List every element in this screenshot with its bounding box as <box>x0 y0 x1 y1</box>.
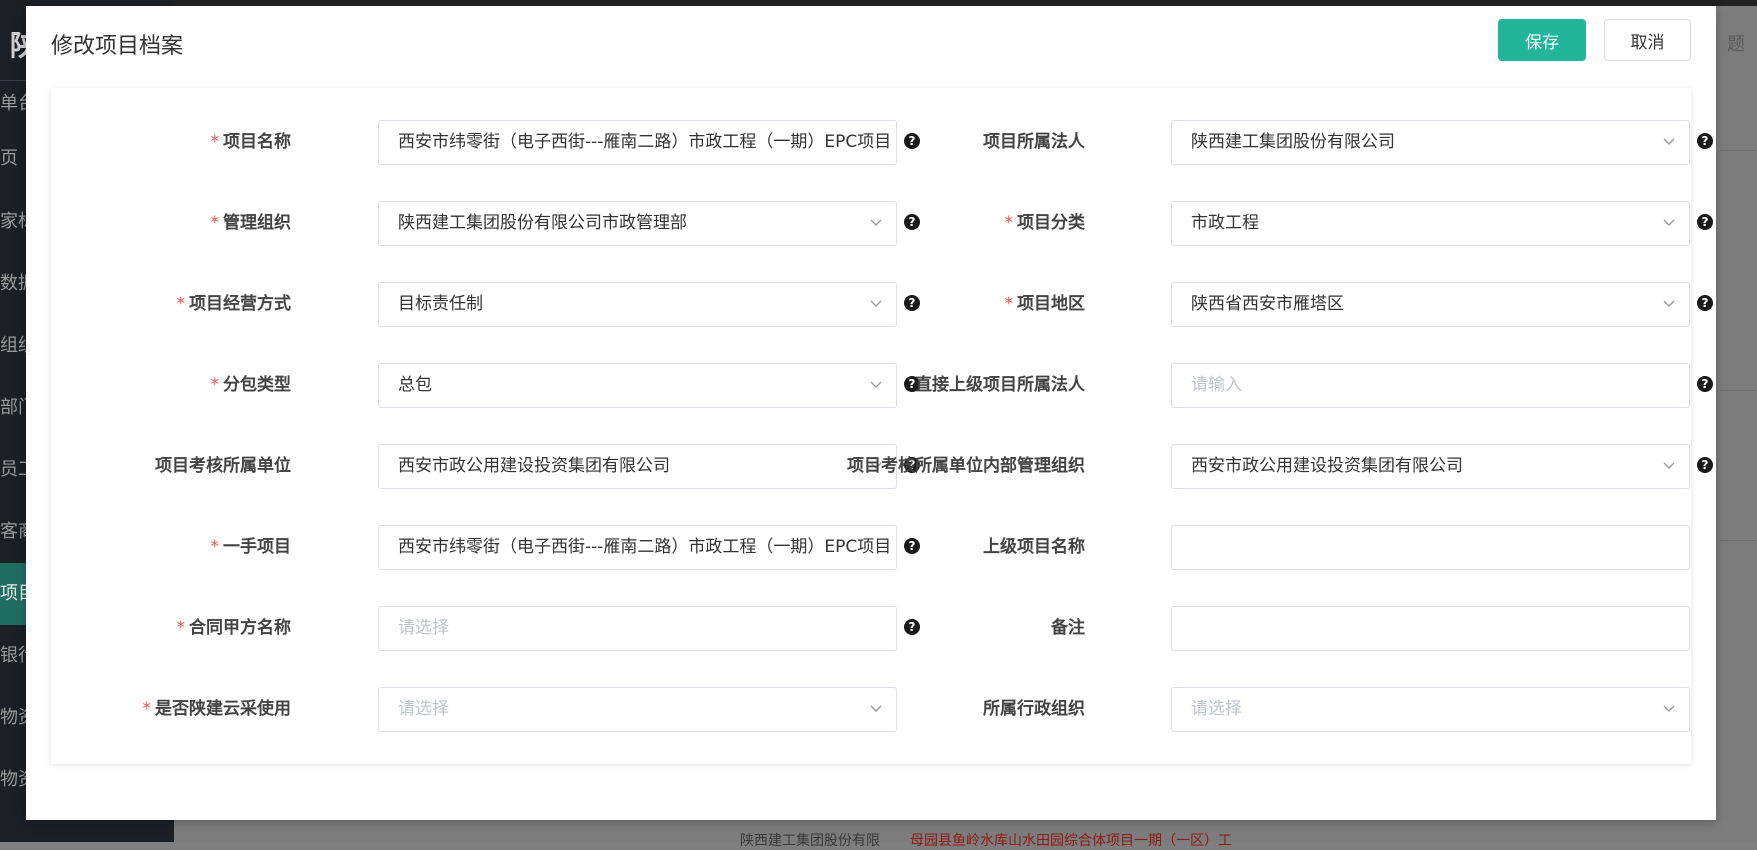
chevron-down-icon <box>870 300 882 307</box>
remarks-input[interactable] <box>1171 606 1690 651</box>
help-icon[interactable]: ? <box>1697 133 1713 149</box>
admin-org-select[interactable]: 请选择 <box>1171 687 1690 732</box>
mgmt-org-label: * 管理组织 <box>210 213 292 233</box>
help-icon[interactable]: ? <box>1697 295 1713 311</box>
legal-entity-select[interactable]: 陕西建工集团股份有限公司 <box>1171 120 1690 165</box>
project-form: * 项目名称 西安市纬零街（电子西街---雁南二路）市政工程（一期）EPC项目 ?… <box>51 88 1713 764</box>
parent-project-name-label: 上级项目名称 <box>983 537 1085 557</box>
table-row: 陕西建工集团股份有限 母园县鱼岭水库山水田园综合体项目一期（一区）工 <box>740 830 1440 850</box>
parent-legal-entity-label: 直接上级项目所属法人 <box>915 375 1085 395</box>
assessment-internal-org-label: 项目考核所属单位内部管理组织 <box>847 456 1085 476</box>
shaanjian-cloud-label: * 是否陕建云采使用 <box>142 699 292 719</box>
edit-project-dialog: 修改项目档案 保存 取消 * 项目名称 西安市纬零街（电子西街---雁南二路）市政… <box>26 6 1716 820</box>
help-icon[interactable]: ? <box>1697 457 1713 473</box>
legal-entity-label: 项目所属法人 <box>983 132 1085 152</box>
chevron-down-icon <box>870 705 882 712</box>
operation-mode-label: * 项目经营方式 <box>176 294 292 314</box>
help-icon[interactable]: ? <box>904 538 920 554</box>
form-row: * 分包类型 总包 ? 直接上级项目所属法人 请输入 ? <box>51 363 1713 408</box>
form-row: * 合同甲方名称 请选择 ? 备注 <box>51 606 1691 651</box>
help-icon[interactable]: ? <box>904 619 920 635</box>
help-icon[interactable]: ? <box>1697 376 1713 392</box>
form-row: * 一手项目 西安市纬零街（电子西街---雁南二路）市政工程（一期）EPC项目 ?… <box>51 525 1691 570</box>
table-divider <box>1720 540 1757 541</box>
chevron-down-icon <box>1663 462 1675 469</box>
form-row: * 项目经营方式 目标责任制 ? * 项目地区 陕西省西安市雁塔区 ? <box>51 282 1713 327</box>
assessment-unit-label: 项目考核所属单位 <box>155 456 291 476</box>
first-hand-project-label: * 一手项目 <box>210 537 292 557</box>
table-divider <box>1720 390 1757 391</box>
subcontract-type-select[interactable]: 总包 <box>378 363 897 408</box>
region-select[interactable]: 陕西省西安市雁塔区 <box>1171 282 1690 327</box>
region-label: * 项目地区 <box>1004 294 1086 314</box>
admin-org-label: 所属行政组织 <box>983 699 1085 719</box>
form-row: 项目考核所属单位 西安市政公用建设投资集团有限公司 ? 项目考核所属单位内部管理… <box>51 444 1713 489</box>
chevron-down-icon <box>870 381 882 388</box>
help-icon[interactable]: ? <box>904 295 920 311</box>
parent-project-name-input[interactable] <box>1171 525 1690 570</box>
project-name-label: * 项目名称 <box>210 132 292 152</box>
form-row: * 项目名称 西安市纬零街（电子西街---雁南二路）市政工程（一期）EPC项目 ?… <box>51 120 1713 165</box>
table-cell-link[interactable]: 母园县鱼岭水库山水田园综合体项目一期（一区）工 <box>910 833 1232 849</box>
dialog-title: 修改项目档案 <box>51 34 184 59</box>
project-name-input[interactable]: 西安市纬零街（电子西街---雁南二路）市政工程（一期）EPC项目 <box>378 120 897 165</box>
help-icon[interactable]: ? <box>1697 214 1713 230</box>
save-button[interactable]: 保存 <box>1498 19 1586 61</box>
chevron-down-icon <box>1663 219 1675 226</box>
form-row: * 管理组织 陕西建工集团股份有限公司市政管理部 ? * 项目分类 市政工程 ? <box>51 201 1713 246</box>
chevron-down-icon <box>870 219 882 226</box>
category-label: * 项目分类 <box>1004 213 1086 233</box>
form-row: * 是否陕建云采使用 请选择 所属行政组织 请选择 <box>51 687 1691 732</box>
assessment-internal-org-select[interactable]: 西安市政公用建设投资集团有限公司 <box>1171 444 1690 489</box>
shaanjian-cloud-select[interactable]: 请选择 <box>378 687 897 732</box>
table-divider <box>1720 150 1757 151</box>
cancel-button[interactable]: 取消 <box>1604 19 1691 61</box>
first-hand-project-input[interactable]: 西安市纬零街（电子西街---雁南二路）市政工程（一期）EPC项目 <box>378 525 897 570</box>
chevron-down-icon <box>1663 705 1675 712</box>
parent-legal-entity-input[interactable]: 请输入 <box>1171 363 1690 408</box>
table-cell: 陕西建工集团股份有限 <box>740 833 880 849</box>
contract-party-a-label: * 合同甲方名称 <box>176 618 292 638</box>
help-icon[interactable]: ? <box>904 133 920 149</box>
assessment-unit-select[interactable]: 西安市政公用建设投资集团有限公司 <box>378 444 897 489</box>
contract-party-a-input[interactable]: 请选择 <box>378 606 897 651</box>
chevron-down-icon <box>1663 138 1675 145</box>
mgmt-org-select[interactable]: 陕西建工集团股份有限公司市政管理部 <box>378 201 897 246</box>
category-select[interactable]: 市政工程 <box>1171 201 1690 246</box>
remarks-label: 备注 <box>1051 618 1085 638</box>
subcontract-type-label: * 分包类型 <box>210 375 292 395</box>
help-icon[interactable]: ? <box>904 214 920 230</box>
header-right-text: 题 <box>1727 34 1745 55</box>
operation-mode-select[interactable]: 目标责任制 <box>378 282 897 327</box>
chevron-down-icon <box>1663 300 1675 307</box>
